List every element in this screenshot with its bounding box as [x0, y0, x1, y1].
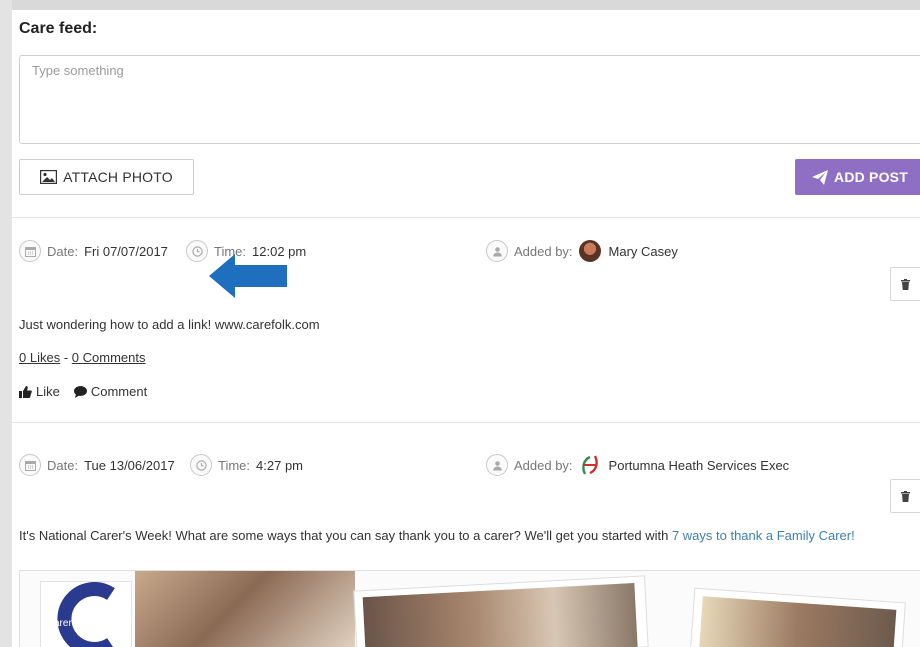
- annotation-arrow: [209, 254, 287, 298]
- organisation-logo: [581, 455, 598, 475]
- author-name: Mary Casey: [608, 243, 678, 259]
- photo-family: [135, 571, 355, 647]
- post-date: Date: Tue 13/06/2017: [19, 454, 175, 476]
- delete-post-button[interactable]: [890, 267, 920, 301]
- time-value: 4:27 pm: [256, 457, 304, 473]
- paper-plane-icon: [812, 169, 829, 185]
- date-value: Fri 07/07/2017: [84, 243, 168, 259]
- photo-frame: [353, 575, 649, 647]
- feed-title: Care feed:: [19, 20, 98, 37]
- post-author: Added by: Mary Casey: [486, 240, 678, 262]
- post-time: Time: 4:27 pm: [190, 454, 303, 476]
- user-icon: [486, 454, 508, 476]
- added-by-label: Added by:: [514, 243, 573, 259]
- like-button[interactable]: Like: [36, 384, 60, 399]
- trash-icon: [901, 490, 910, 502]
- post-composer-input[interactable]: [19, 55, 920, 144]
- post-link[interactable]: 7 ways to thank a Family Carer!: [672, 528, 855, 543]
- divider: [12, 217, 920, 218]
- attach-photo-button[interactable]: ATTACH PHOTO: [19, 159, 194, 195]
- comment-button[interactable]: Comment: [91, 384, 147, 399]
- carers-week-logo: carers week: [40, 581, 132, 647]
- divider: [12, 422, 920, 423]
- post-photo: carers week: [19, 570, 920, 647]
- date-label: Date:: [47, 457, 79, 473]
- author-name: Portumna Heath Services Exec: [608, 457, 790, 473]
- photo-frame: [690, 587, 906, 647]
- window-left-edge: [0, 0, 12, 647]
- image-icon: [40, 170, 58, 184]
- add-post-button[interactable]: ADD POST: [795, 159, 920, 195]
- comments-link[interactable]: 0 Comments: [72, 350, 146, 365]
- post-author: Added by: Portumna Heath Services Exec: [486, 454, 789, 476]
- add-post-label: ADD POST: [834, 169, 908, 185]
- clock-icon: [186, 240, 208, 262]
- thumbs-up-icon: [19, 385, 32, 398]
- care-feed-panel: Care feed: ATTACH PHOTO ADD POST Date: F…: [12, 10, 920, 647]
- comment-icon: [73, 385, 87, 398]
- svg-text:carers week: carers week: [49, 618, 104, 629]
- likes-link[interactable]: 0 Likes: [19, 350, 60, 365]
- post-date: Date: Fri 07/07/2017: [19, 240, 168, 262]
- post-counts: 0 Likes - 0 Comments: [19, 350, 146, 365]
- added-by-label: Added by:: [514, 457, 573, 473]
- time-label: Time:: [218, 457, 251, 473]
- delete-post-button[interactable]: [890, 479, 920, 513]
- post-actions: Like Comment: [19, 384, 157, 399]
- post-body: It's National Carer's Week! What are som…: [19, 528, 672, 543]
- post-text: It's National Carer's Week! What are som…: [19, 528, 855, 543]
- trash-icon: [901, 278, 910, 290]
- window-top-edge: [0, 0, 920, 10]
- post-text: Just wondering how to add a link! www.ca…: [19, 317, 320, 332]
- date-value: Tue 13/06/2017: [84, 457, 175, 473]
- clock-icon: [190, 454, 212, 476]
- calendar-icon: [19, 240, 41, 262]
- counts-separator: -: [63, 350, 69, 365]
- date-label: Date:: [47, 243, 79, 259]
- calendar-icon: [19, 454, 41, 476]
- avatar: [578, 240, 601, 262]
- attach-photo-label: ATTACH PHOTO: [63, 169, 173, 185]
- user-icon: [486, 240, 508, 262]
